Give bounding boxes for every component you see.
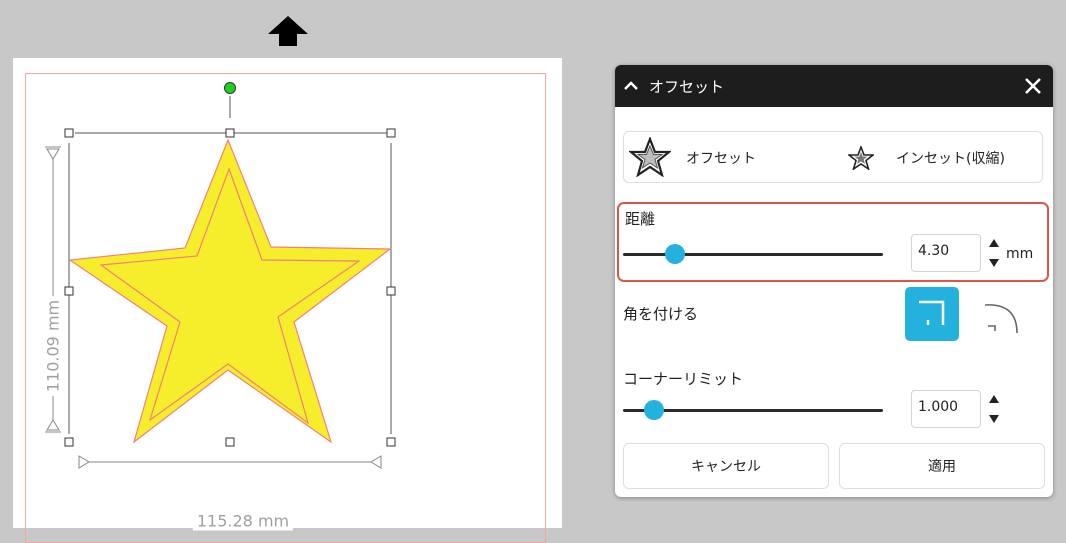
corner-round-icon[interactable] [981, 293, 1025, 337]
corner-square-button[interactable] [905, 287, 959, 341]
resize-handle-top[interactable] [225, 128, 235, 138]
inset-star-icon[interactable] [848, 146, 874, 170]
panel-title: オフセット [649, 78, 725, 96]
width-arrow-right-icon [370, 455, 382, 469]
resize-handle-top-left[interactable] [64, 128, 74, 138]
offset-mode-selector: オフセット インセット(収縮) [623, 131, 1043, 183]
distance-input[interactable]: 4.30 [911, 234, 981, 272]
scroll-up-arrow-icon[interactable] [266, 14, 310, 48]
corner-label: 角を付ける [623, 305, 699, 323]
star-offset-shape[interactable] [68, 138, 392, 444]
height-dimension-label: 110.09 mm [43, 295, 63, 397]
distance-label: 距離 [625, 210, 656, 228]
design-page: 110.09 mm 115.28 mm [13, 58, 562, 543]
corner-limit-label: コーナーリミット [623, 370, 744, 388]
offset-panel: オフセット オフセット インセット(収縮) 距離 4.30 mm 角を付ける コ… [615, 65, 1053, 497]
panel-header: オフセット [615, 65, 1053, 107]
distance-unit: mm [1006, 246, 1034, 262]
resize-handle-bottom[interactable] [225, 437, 235, 447]
height-arrow-bottom-icon [46, 419, 60, 431]
resize-handle-top-right[interactable] [386, 128, 396, 138]
distance-slider-thumb[interactable] [665, 244, 685, 264]
rotate-handle[interactable] [224, 82, 236, 94]
design-canvas[interactable] [13, 58, 562, 528]
width-arrow-left-icon [78, 455, 90, 469]
resize-handle-left[interactable] [64, 286, 74, 296]
close-icon[interactable] [1021, 74, 1045, 98]
cancel-button[interactable]: キャンセル [623, 443, 829, 489]
offset-mode-label[interactable]: オフセット [686, 148, 756, 168]
distance-slider-track[interactable] [623, 253, 883, 256]
offset-star-icon[interactable] [629, 137, 671, 177]
inset-mode-label[interactable]: インセット(収縮) [896, 148, 1005, 168]
width-dimension-label: 115.28 mm [192, 511, 294, 531]
corner-limit-input[interactable]: 1.000 [911, 390, 981, 428]
resize-handle-bottom-right[interactable] [386, 437, 396, 447]
height-arrow-top-icon [46, 148, 60, 160]
corner-limit-slider-thumb[interactable] [644, 400, 665, 420]
distance-highlight-box [617, 202, 1049, 282]
corner-square-icon [919, 300, 945, 325]
distance-stepper-icon[interactable] [987, 236, 1001, 270]
corner-limit-stepper-icon[interactable] [987, 392, 1001, 426]
resize-handle-right[interactable] [386, 286, 396, 296]
chevron-up-icon[interactable] [621, 76, 641, 96]
apply-button[interactable]: 適用 [839, 443, 1045, 489]
resize-handle-bottom-left[interactable] [64, 437, 74, 447]
